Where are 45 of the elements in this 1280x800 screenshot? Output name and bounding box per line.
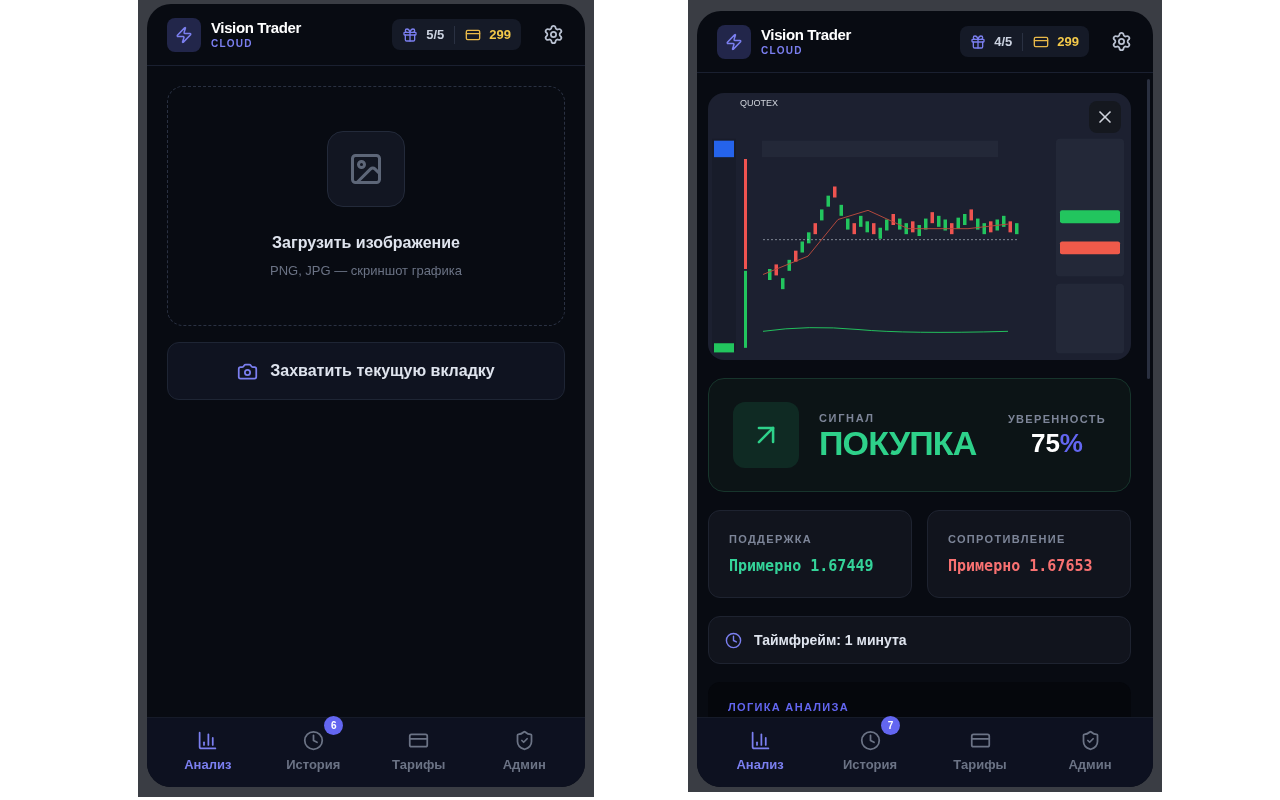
nav-tab[interactable]: Тарифы xyxy=(935,730,1025,775)
close-button[interactable] xyxy=(1089,101,1121,133)
level-label: ПОДДЕРЖКА xyxy=(729,531,813,547)
nav-tab[interactable]: Тарифы xyxy=(373,730,464,775)
bar-chart-icon xyxy=(197,730,219,752)
gift-count: 4/5 xyxy=(994,32,1013,51)
level-label: СОПРОТИВЛЕНИЕ xyxy=(948,531,1067,547)
settings-icon xyxy=(1110,31,1132,52)
upload-hint: PNG, JPG — скриншот графика xyxy=(269,262,463,281)
lightning-icon xyxy=(175,25,193,44)
bar-chart-icon xyxy=(749,730,771,752)
timeframe-text: Таймфрейм: 1 минута xyxy=(754,630,907,650)
app-subtitle: CLOUD xyxy=(761,44,804,58)
nav-tab[interactable]: Админ xyxy=(479,730,570,775)
upload-title: Загрузить изображение xyxy=(272,233,460,254)
clock-icon xyxy=(725,631,742,649)
credit-count: 299 xyxy=(489,25,511,44)
count-badge: 7 xyxy=(881,716,900,736)
settings-icon xyxy=(542,24,564,45)
signal-label: СИГНАЛ xyxy=(819,410,876,426)
up-bar xyxy=(1060,210,1120,224)
deposit-tile xyxy=(714,343,734,353)
level-value: Примерно 1.67449 xyxy=(729,556,875,577)
clock-icon xyxy=(859,730,881,752)
clock-icon xyxy=(302,730,324,752)
confidence-value: 75% xyxy=(1030,427,1083,460)
gift-icon xyxy=(970,33,987,50)
confidence-label: УВЕРЕННОСТЬ xyxy=(1007,411,1106,427)
app-title: Vision Trader xyxy=(211,18,301,38)
nav-tab[interactable]: Анализ xyxy=(715,730,805,775)
app-title: Vision Trader xyxy=(761,25,851,45)
credit-count: 299 xyxy=(1057,32,1079,51)
count-badge: 6 xyxy=(324,716,344,736)
signal-value: ПОКУПКА xyxy=(819,426,977,461)
nav-tab[interactable]: Админ xyxy=(1045,730,1135,775)
level-value: Примерно 1.67653 xyxy=(948,556,1094,577)
app-subtitle: CLOUD xyxy=(211,37,254,51)
logic-title: ЛОГИКА АНАЛИЗА xyxy=(728,701,850,713)
nav-tab[interactable]: Анализ xyxy=(162,730,253,775)
upload-dropzone[interactable]: Загрузить изображение PNG, JPG — скриншот графика xyxy=(167,86,565,326)
lightning-icon xyxy=(725,32,743,51)
gift-icon xyxy=(402,26,419,43)
gift-count: 5/5 xyxy=(426,25,445,44)
capture-tab-button[interactable]: Захватить текущую вкладку xyxy=(167,342,565,400)
broker-logo-text: QUOTEX xyxy=(740,97,778,111)
